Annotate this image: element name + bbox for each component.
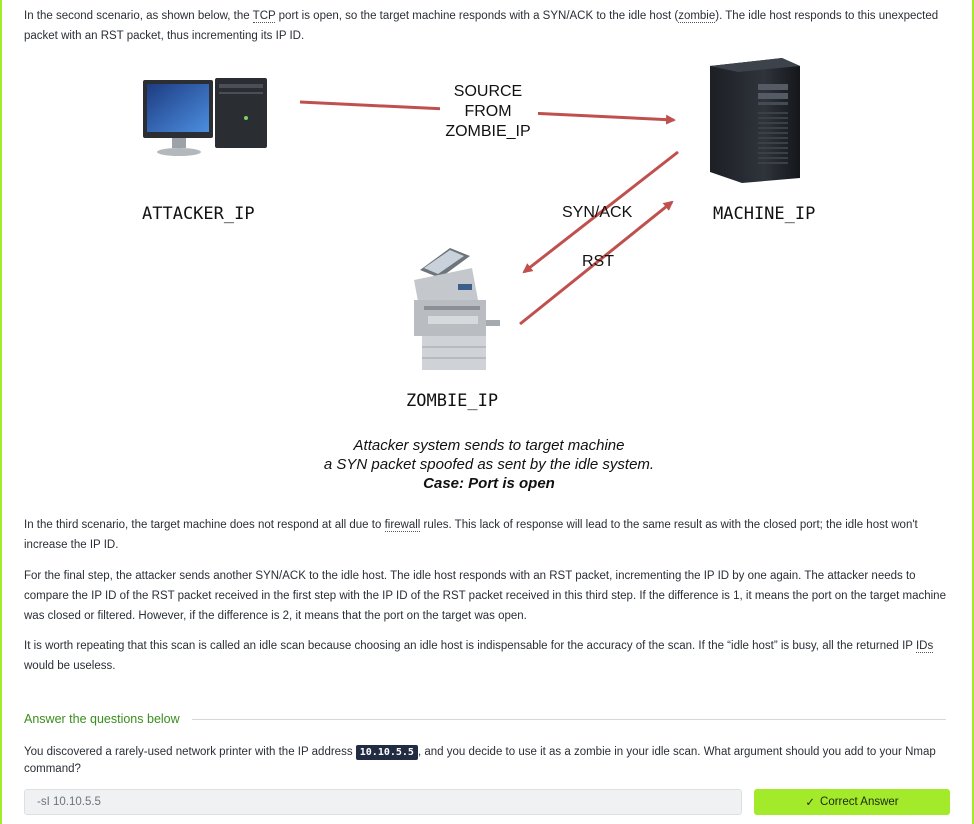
ip-code-badge: 10.10.5.5 <box>355 745 418 760</box>
correct-answer-label: Correct Answer <box>820 796 899 808</box>
p1-text-b: port is open, so the target machine resp… <box>275 10 679 22</box>
tcp-abbreviation[interactable]: TCP <box>252 10 276 23</box>
answer-section-header: Answer the questions below <box>24 710 946 728</box>
answer-section-title: Answer the questions below <box>24 712 180 726</box>
idle-scan-diagram <box>143 58 800 370</box>
zombie-printer-icon <box>414 248 500 370</box>
zombie-term[interactable]: zombie <box>678 10 716 23</box>
synack-label: SYN/ACK <box>562 204 633 221</box>
attacker-computer-icon <box>143 78 267 156</box>
paragraph-second-scenario: In the second scenario, as shown below, … <box>24 6 950 46</box>
ids-abbreviation[interactable]: IDs <box>915 640 934 653</box>
source-label: SOURCE FROM ZOMBIE_IP <box>438 82 538 142</box>
section-divider <box>191 718 946 720</box>
answer-input[interactable]: -sI 10.10.5.5 <box>24 789 742 815</box>
rst-label: RST <box>582 253 614 270</box>
question-text: You discovered a rarely-used network pri… <box>24 744 946 777</box>
checkmark-icon: ✓ <box>805 797 816 809</box>
paragraph-final-step: For the final step, the attacker sends a… <box>24 570 946 622</box>
p4-text-b: would be useless. <box>24 660 116 672</box>
paragraph-idle-scan-note: It is worth repeating that this scan is … <box>24 636 950 676</box>
question-text-a: You discovered a rarely-used network pri… <box>24 746 356 758</box>
p1-text-a: In the second scenario, as shown below, … <box>24 10 253 22</box>
diagram-caption-line-2: a SYN packet spoofed as sent by the idle… <box>323 456 655 473</box>
firewall-term[interactable]: firewall <box>384 519 421 532</box>
diagram-caption-line-3: Case: Port is open <box>423 475 555 492</box>
paragraph-third-scenario: In the third scenario, the target machin… <box>24 515 950 555</box>
target-server-icon <box>710 58 800 183</box>
source-label-line-2: FROM <box>464 103 512 120</box>
machine-ip-label: MACHINE_IP <box>713 204 816 224</box>
p4-text-a: It is worth repeating that this scan is … <box>24 640 916 652</box>
source-label-line-1: SOURCE <box>453 83 523 100</box>
answer-value: -sI 10.10.5.5 <box>37 796 101 808</box>
diagram-caption-line-1: Attacker system sends to target machine <box>353 437 625 454</box>
zombie-ip-label: ZOMBIE_IP <box>406 391 499 411</box>
source-label-line-3: ZOMBIE_IP <box>445 123 531 140</box>
attacker-ip-label: ATTACKER_IP <box>142 204 255 224</box>
p2-text-a: In the third scenario, the target machin… <box>24 519 385 531</box>
correct-answer-button[interactable]: ✓ Correct Answer <box>754 789 950 815</box>
